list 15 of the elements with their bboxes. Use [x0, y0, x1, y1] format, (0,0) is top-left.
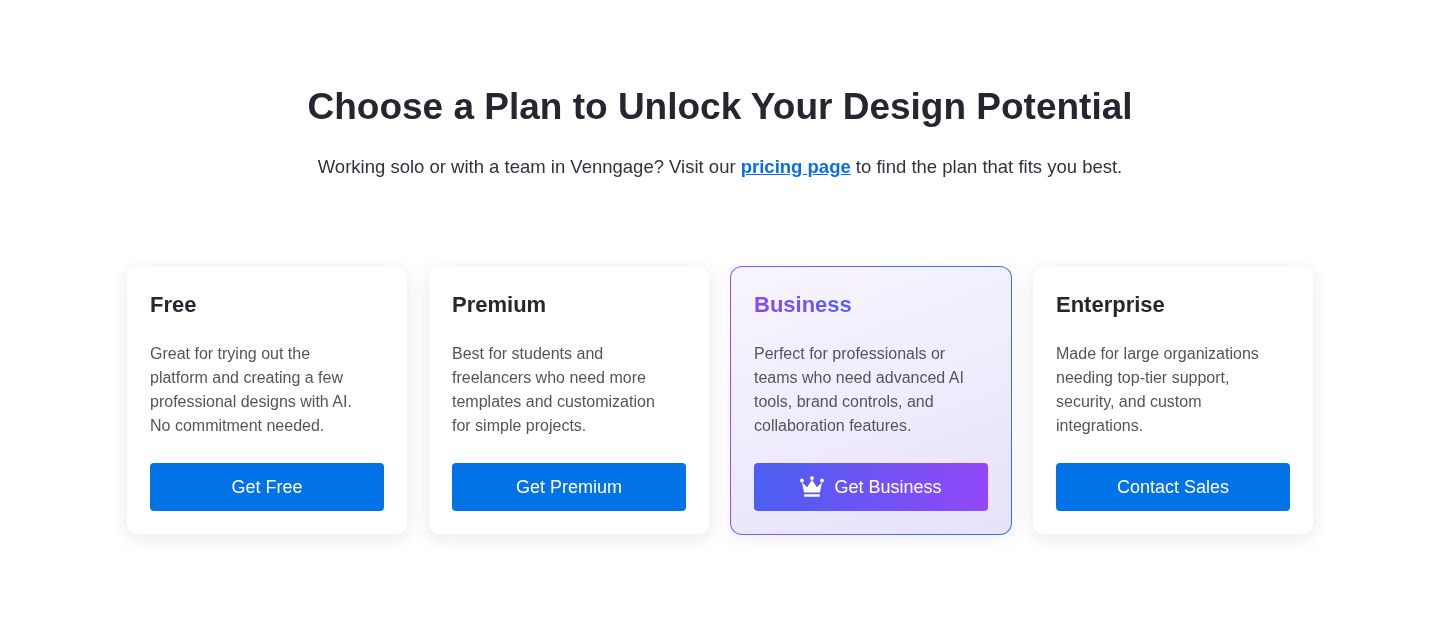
pricing-link[interactable]: pricing page	[740, 156, 851, 177]
plan-title: Enterprise	[1056, 291, 1165, 319]
plan-title: Free	[150, 291, 197, 319]
plan-description: Great for trying out the platform and creating a few professional designs with AI. No commitment needed.	[150, 344, 353, 436]
plan-button[interactable]: Get Premium	[452, 463, 686, 511]
plan-description: Perfect for professionals or teams who need advanced AI tools, brand controls, and collaboration features.	[754, 344, 965, 436]
subtitle-text: Working solo or with a team in Venngage? Visit our pricing page to find the plan that fits you best.	[317, 155, 1123, 179]
crown-icon	[800, 476, 825, 498]
plan-button[interactable]: Get Business	[754, 463, 988, 511]
plan-title: Premium	[452, 291, 547, 319]
plan-description: Made for large organizations needing top-tier support, security, and custom integrations.	[1056, 344, 1260, 436]
page-title: Choose a Plan to Unlock Your Design Potential	[307, 85, 1133, 129]
plan-description: Best for students and freelancers who need more templates and customization for simple projects.	[452, 344, 656, 436]
plan-button[interactable]: Contact Sales	[1056, 463, 1290, 511]
plan-button[interactable]: Get Free	[150, 463, 384, 511]
